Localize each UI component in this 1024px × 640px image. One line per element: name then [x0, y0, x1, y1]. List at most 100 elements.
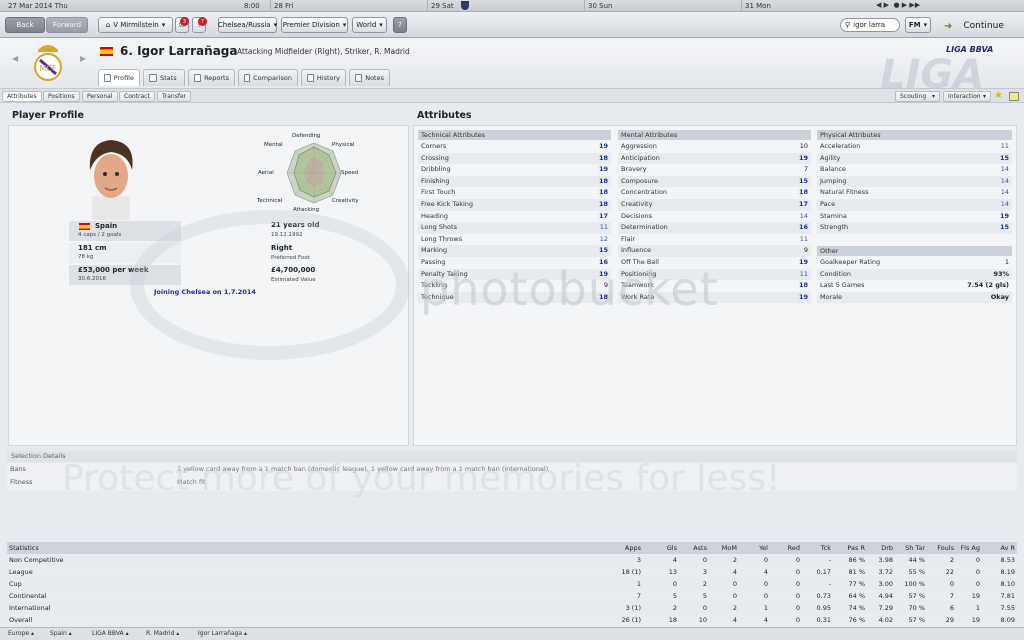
attribute-row[interactable]: Long Throws 12	[418, 234, 611, 246]
attribute-row[interactable]: Passing 16	[418, 257, 611, 269]
tab-notes[interactable]: Notes	[349, 69, 390, 86]
attribute-row[interactable]: Free Kick Taking 18	[418, 199, 611, 211]
date-cell[interactable]: 31 Mon	[745, 2, 771, 10]
attribute-row[interactable]: Finishing 18	[418, 175, 611, 188]
fm-menu[interactable]: FM ▾	[905, 17, 931, 33]
attribute-row[interactable]: Bravery 7	[618, 164, 811, 176]
table-cell: 4	[763, 568, 768, 576]
attribute-row[interactable]: Corners 19	[418, 141, 611, 153]
radar-label: Aerial	[258, 170, 274, 176]
attribute-row[interactable]: Penalty Taking 19	[418, 268, 611, 281]
attribute-row[interactable]: Technique 18	[418, 291, 611, 304]
attribute-row[interactable]: Acceleration 11	[817, 141, 1012, 153]
notes-icon	[355, 74, 363, 82]
attribute-name: Free Kick Taking	[421, 200, 474, 208]
attribute-row[interactable]: Crossing 18	[418, 152, 611, 165]
tab-history[interactable]: History	[301, 69, 346, 86]
attribute-row[interactable]: Tackling 9	[418, 280, 611, 292]
stats-icon	[149, 74, 157, 82]
attribute-row[interactable]: Aggression 10	[618, 141, 811, 153]
attribute-row[interactable]: Influence 9	[618, 245, 811, 257]
transfer-note-link[interactable]: Joining Chelsea on 1.7.2014	[154, 288, 256, 296]
breadcrumb-item[interactable]: Igor Larrañaga ▴	[198, 630, 247, 637]
subtab-personal[interactable]: Personal	[82, 91, 118, 102]
subtab-attributes[interactable]: Attributes	[2, 91, 42, 102]
attribute-row[interactable]: Pace 14	[817, 199, 1012, 211]
attribute-row[interactable]: Heading 17	[418, 211, 611, 223]
attribute-row[interactable]: Stamina 19	[817, 211, 1012, 223]
attribute-value: 19	[598, 269, 608, 278]
attribute-row[interactable]: Flair 11	[618, 234, 811, 246]
scouting-menu[interactable]: Scouting ▾	[895, 91, 940, 102]
next-arrow-icon[interactable]: ▶	[80, 54, 86, 63]
attribute-row[interactable]: Marking 15	[418, 245, 611, 257]
table-cell: 0	[949, 580, 954, 588]
date-cell[interactable]: 29 Sat	[431, 2, 454, 10]
attribute-row[interactable]: Balance 14	[817, 164, 1012, 176]
attribute-row[interactable]: Jumping 14	[817, 175, 1012, 188]
attribute-row[interactable]: Determination 16	[618, 222, 811, 234]
subtab-transfer[interactable]: Transfer	[157, 91, 192, 102]
tab-reports[interactable]: Reports	[188, 69, 235, 86]
forward-button[interactable]: Forward	[46, 17, 88, 33]
attribute-row[interactable]: Teamwork 18	[618, 280, 811, 292]
table-cell: 4.02	[878, 616, 893, 624]
attribute-row[interactable]: Composure 15	[618, 175, 811, 188]
tab-profile[interactable]: Profile	[98, 69, 140, 86]
breadcrumb-item[interactable]: LIGA BBVA ▴	[92, 630, 129, 637]
table-row[interactable]: Cup 1 0 2 0 0 0 - 77 % 3.00 100 % 0 0 8.10	[7, 578, 1017, 590]
division-menu[interactable]: Premier Division ▾	[281, 17, 348, 33]
previous-arrow-icon[interactable]: ◀	[12, 54, 18, 63]
table-cell: 0	[702, 604, 707, 612]
table-row[interactable]: International 3 (1) 2 0 2 1 0 0.95 74 % 7.29 70 % 6…	[7, 602, 1017, 614]
breadcrumb-item[interactable]: Spain ▴	[50, 630, 72, 637]
table-row[interactable]: Non Competitive 3 4 0 2 0 0 - 86 % 3.98 44 % 2 0 8.53	[7, 554, 1017, 566]
attribute-row[interactable]: Work Rate 19	[618, 291, 811, 304]
spain-flag-icon	[100, 47, 113, 56]
continue-button[interactable]: ➜ Continue	[944, 15, 1020, 37]
attribute-row[interactable]: Off The Ball 19	[618, 257, 811, 269]
world-menu[interactable]: World ▾	[352, 17, 387, 33]
table-row[interactable]: Continental 7 5 5 0 0 0 0.73 64 % 4.94 57 % 7 19 7.81	[7, 590, 1017, 602]
breadcrumb-item[interactable]: R. Madrid ▴	[146, 630, 179, 637]
breadcrumb-item[interactable]: Europe ▴	[8, 630, 34, 637]
attributes-panel: Technical Attributes Corners 19 Crossing 18…	[413, 125, 1017, 446]
attribute-row[interactable]: Condition 93%	[817, 268, 1012, 281]
table-row[interactable]: Overall 26 (1) 18 10 4 4 0 0.31 76 % 4.02 57 % 29 19…	[7, 614, 1017, 626]
shortlist-icon[interactable]	[1009, 92, 1019, 101]
favourite-star-icon[interactable]: ★	[994, 90, 1003, 101]
interaction-menu[interactable]: Interaction ▾	[943, 91, 991, 102]
attribute-name: Decisions	[621, 211, 653, 220]
table-cell: 0	[795, 556, 800, 564]
manager-menu[interactable]: ⌂ V Mirmilstein ▾	[98, 17, 173, 33]
attribute-row[interactable]: First Touch 18	[418, 187, 611, 199]
calendar-nav-icons[interactable]: ◀ ▶ ● ▶ ▶▶	[876, 1, 920, 9]
attribute-row[interactable]: Positioning 11	[618, 268, 811, 281]
club-menu[interactable]: Chelsea/Russia ▾	[218, 17, 277, 33]
attribute-row[interactable]: Strength 15	[817, 222, 1012, 234]
subtab-contract[interactable]: Contract	[119, 91, 155, 102]
tab-stats[interactable]: Stats	[143, 69, 185, 86]
attribute-row[interactable]: Creativity 17	[618, 199, 811, 211]
bans-label: Bans	[10, 465, 26, 473]
attribute-row[interactable]: Natural Fitness 14	[817, 187, 1012, 199]
attribute-name: Teamwork	[621, 281, 654, 290]
help-button[interactable]: ?	[393, 17, 407, 33]
date-cell[interactable]: 30 Sun	[588, 2, 612, 10]
attribute-row[interactable]: Agility 15	[817, 152, 1012, 165]
attribute-row[interactable]: Morale Okay	[817, 291, 1012, 304]
attribute-row[interactable]: Last 5 Games 7.54 (2 gls)	[817, 280, 1012, 292]
search-input[interactable]: ⚲ igor larra	[840, 18, 900, 32]
table-row[interactable]: League 18 (1) 13 3 4 4 0 0.17 81 % 3.72 55 % 22 0 8.1…	[7, 566, 1017, 578]
attribute-value: 19	[598, 142, 608, 150]
attribute-row[interactable]: Decisions 14	[618, 211, 811, 223]
attribute-row[interactable]: Concentration 18	[618, 187, 811, 199]
attribute-row[interactable]: Dribbling 19	[418, 164, 611, 176]
back-button[interactable]: Back	[5, 17, 45, 33]
date-cell[interactable]: 28 Fri	[274, 2, 293, 10]
tab-comparison[interactable]: Comparison	[238, 69, 298, 86]
subtab-positions[interactable]: Positions	[43, 91, 80, 102]
attribute-row[interactable]: Long Shots 11	[418, 222, 611, 234]
attribute-row[interactable]: Anticipation 19	[618, 152, 811, 165]
attribute-row[interactable]: Goalkeeper Rating 1	[817, 257, 1012, 269]
